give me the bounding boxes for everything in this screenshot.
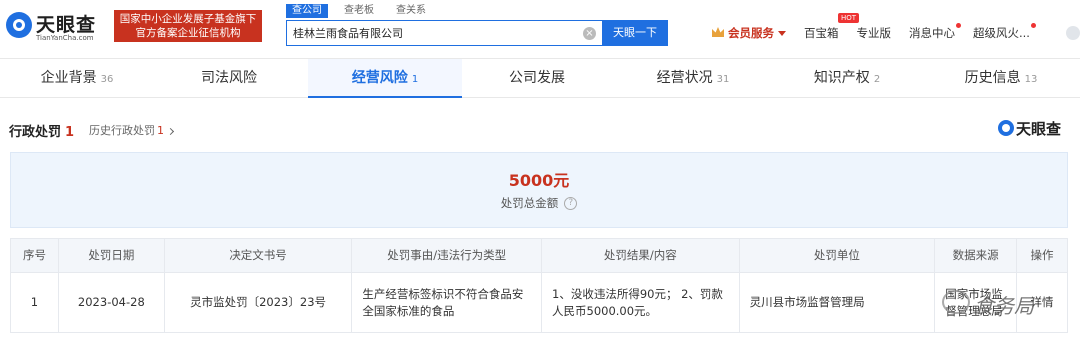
- tab-intellectual-property[interactable]: 知识产权 2: [770, 59, 924, 97]
- search-tab-relation[interactable]: 查关系: [390, 4, 432, 18]
- help-icon[interactable]: ?: [564, 197, 578, 210]
- tab-count: 31: [716, 74, 730, 85]
- history-count: 1: [157, 124, 164, 137]
- chevron-right-icon: [166, 127, 175, 135]
- gov-badge: 国家中小企业发展子基金旗下 官方备案企业征信机构: [114, 10, 262, 42]
- pro-version-link[interactable]: 专业版: [857, 25, 892, 41]
- message-center-label: 消息中心: [909, 26, 955, 40]
- search-input[interactable]: [293, 25, 573, 41]
- baibaoxiang-label: 百宝箱: [804, 26, 839, 40]
- tab-count: 1: [411, 74, 419, 85]
- cell-date: 2023-04-28: [58, 272, 165, 332]
- gov-badge-line1: 国家中小企业发展子基金旗下: [119, 13, 257, 25]
- caret-down-icon: [778, 31, 786, 36]
- user-menu-link[interactable]: 超级风火...: [973, 23, 1036, 41]
- top-links: 会员服务 百宝箱 HOT 专业版 消息中心 超级风火...: [712, 13, 1048, 42]
- tab-label: 经营风险: [351, 70, 408, 86]
- hot-badge: HOT: [838, 13, 860, 23]
- header-result: 处罚结果/内容: [542, 239, 740, 272]
- tab-label: 公司发展: [509, 70, 565, 86]
- cell-unit: 灵川县市场监督管理局: [739, 272, 936, 332]
- tab-count: 13: [1024, 74, 1038, 85]
- tab-count: 2: [873, 74, 881, 85]
- cell-index: 1: [11, 272, 59, 332]
- clear-icon[interactable]: ×: [583, 27, 596, 40]
- vip-service-link[interactable]: 会员服务: [712, 25, 786, 41]
- wechat-watermark: 食务局: [942, 282, 1052, 322]
- header-date: 处罚日期: [59, 239, 165, 272]
- top-header: 天眼查 TianYanCha.com 国家中小企业发展子基金旗下 官方备案企业征…: [0, 0, 1080, 58]
- logo-domain: TianYanCha.com: [36, 34, 94, 42]
- tab-count: 36: [100, 74, 114, 85]
- tab-history-info[interactable]: 历史信息 13: [924, 59, 1078, 97]
- header-action: 操作: [1030, 248, 1054, 262]
- cell-doc-no: 灵市监处罚〔2023〕23号: [164, 272, 353, 332]
- tab-label: 知识产权: [813, 70, 870, 86]
- search-box: ×: [286, 20, 602, 46]
- wechat-icon: [942, 290, 970, 314]
- history-penalty-link[interactable]: 历史行政处罚 1: [89, 122, 175, 138]
- tab-operating-risk[interactable]: 经营风险 1: [308, 59, 462, 98]
- search-tab-company[interactable]: 查公司: [286, 4, 328, 18]
- tab-company-development[interactable]: 公司发展: [462, 59, 616, 97]
- vip-label: 会员服务: [728, 26, 774, 40]
- cell-result: 1、没收违法所得90元； 2、罚款人民币5000.00元。: [542, 272, 740, 332]
- total-amount: 5000元: [508, 171, 570, 190]
- section-count: 1: [65, 125, 75, 140]
- logo-name: 天眼查: [36, 14, 97, 36]
- header-unit: 处罚单位: [740, 239, 936, 272]
- logo-eye-icon: [6, 12, 32, 38]
- search-button[interactable]: 天眼一下: [602, 20, 668, 46]
- main-nav: 企业背景 36 司法风险 经营风险 1 公司发展 经营状况 31 知识产权 2 历史信息…: [0, 58, 1080, 98]
- tianyancha-logo[interactable]: 天眼查 TianYanCha.com: [6, 6, 106, 46]
- user-name: 超级风火...: [973, 26, 1030, 40]
- logo-eye-icon: [998, 120, 1014, 136]
- table-header: 序号 处罚日期 决定文书号 处罚事由/违法行为类型 处罚结果/内容 处罚单位 数…: [11, 239, 1067, 272]
- watermark-text: 天眼查: [1016, 119, 1062, 138]
- gov-badge-line2: 官方备案企业征信机构: [135, 27, 241, 39]
- crown-icon: [712, 27, 724, 37]
- avatar[interactable]: [1066, 26, 1080, 40]
- wechat-watermark-text: 食务局: [974, 294, 1034, 318]
- header-source: 数据来源: [935, 239, 1018, 272]
- total-amount-label-row: 处罚总金额?: [11, 195, 1067, 211]
- section-title: 行政处罚 1: [9, 121, 74, 140]
- notification-dot: [956, 23, 961, 28]
- header-reason: 处罚事由/违法行为类型: [352, 239, 542, 272]
- tab-label: 司法风险: [201, 70, 257, 86]
- tab-label: 经营状况: [656, 70, 713, 86]
- tab-judicial-risk[interactable]: 司法风险: [154, 59, 308, 97]
- section-header: 行政处罚 1 历史行政处罚 1 天眼查: [0, 114, 1080, 144]
- header-doc-no: 决定文书号: [165, 239, 353, 272]
- baibaoxiang-link[interactable]: 百宝箱 HOT: [804, 13, 860, 41]
- total-amount-label: 处罚总金额: [500, 196, 559, 210]
- section-title-text: 行政处罚: [9, 125, 62, 140]
- watermark-logo: 天眼查: [998, 118, 1061, 138]
- tab-label: 历史信息: [964, 70, 1021, 86]
- penalty-table: 序号 处罚日期 决定文书号 处罚事由/违法行为类型 处罚结果/内容 处罚单位 数…: [10, 238, 1068, 333]
- tab-operating-status[interactable]: 经营状况 31: [616, 59, 770, 97]
- tab-company-background[interactable]: 企业背景 36: [0, 59, 154, 97]
- search-tab-boss[interactable]: 查老板: [338, 4, 380, 18]
- table-row: 1 2023-04-28 灵市监处罚〔2023〕23号 生产经营标签标识不符合食…: [11, 272, 1068, 332]
- penalty-summary: 5000元 处罚总金额?: [10, 152, 1068, 228]
- message-center-link[interactable]: 消息中心: [909, 23, 961, 41]
- header-index: 序号: [11, 239, 59, 272]
- search-tabs: 查公司 查老板 查关系: [286, 4, 442, 18]
- tab-label: 企业背景: [40, 70, 97, 86]
- history-label: 历史行政处罚: [89, 124, 155, 137]
- page-root: 天眼查 TianYanCha.com 国家中小企业发展子基金旗下 官方备案企业征…: [0, 0, 1080, 349]
- cell-reason: 生产经营标签标识不符合食品安全国家标准的食品: [352, 272, 542, 332]
- user-notification-dot: [1030, 23, 1036, 28]
